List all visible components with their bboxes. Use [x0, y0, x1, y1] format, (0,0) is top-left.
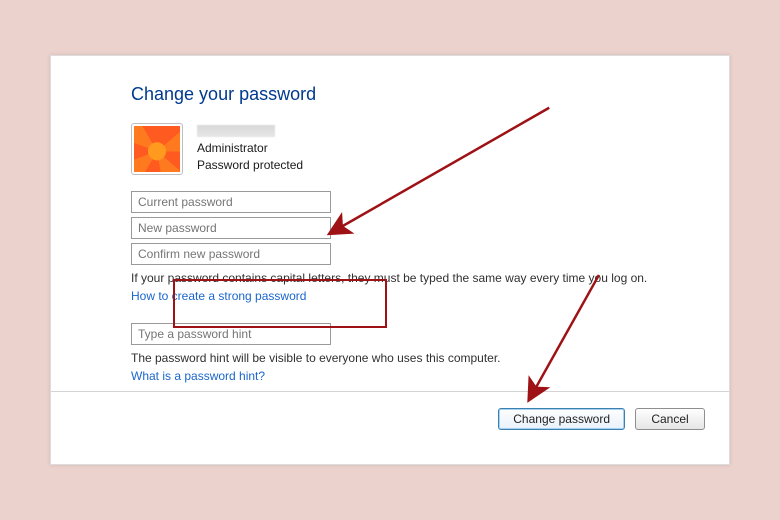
page-title: Change your password [131, 84, 699, 105]
user-info-block: Administrator Password protected [131, 123, 699, 175]
password-hint-input[interactable] [131, 323, 331, 345]
hint-block: The password hint will be visible to eve… [131, 323, 699, 383]
user-name-redacted [197, 125, 275, 137]
new-password-input[interactable] [131, 217, 331, 239]
user-role: Administrator [197, 140, 303, 156]
change-password-button[interactable]: Change password [498, 408, 625, 430]
caps-note: If your password contains capital letter… [131, 271, 699, 285]
user-avatar [131, 123, 183, 175]
dialog-content: Change your password Administrator Passw… [51, 56, 729, 464]
separator [51, 391, 729, 392]
button-row: Change password Cancel [498, 408, 705, 430]
password-hint-help-link[interactable]: What is a password hint? [131, 369, 265, 383]
dialog-window: Change your password Administrator Passw… [50, 55, 730, 465]
cancel-button[interactable]: Cancel [635, 408, 705, 430]
confirm-password-input[interactable] [131, 243, 331, 265]
flower-icon [134, 126, 180, 172]
user-text: Administrator Password protected [197, 125, 303, 172]
current-password-input[interactable] [131, 191, 331, 213]
strong-password-link[interactable]: How to create a strong password [131, 289, 306, 303]
user-status: Password protected [197, 157, 303, 173]
hint-visibility-note: The password hint will be visible to eve… [131, 351, 699, 365]
